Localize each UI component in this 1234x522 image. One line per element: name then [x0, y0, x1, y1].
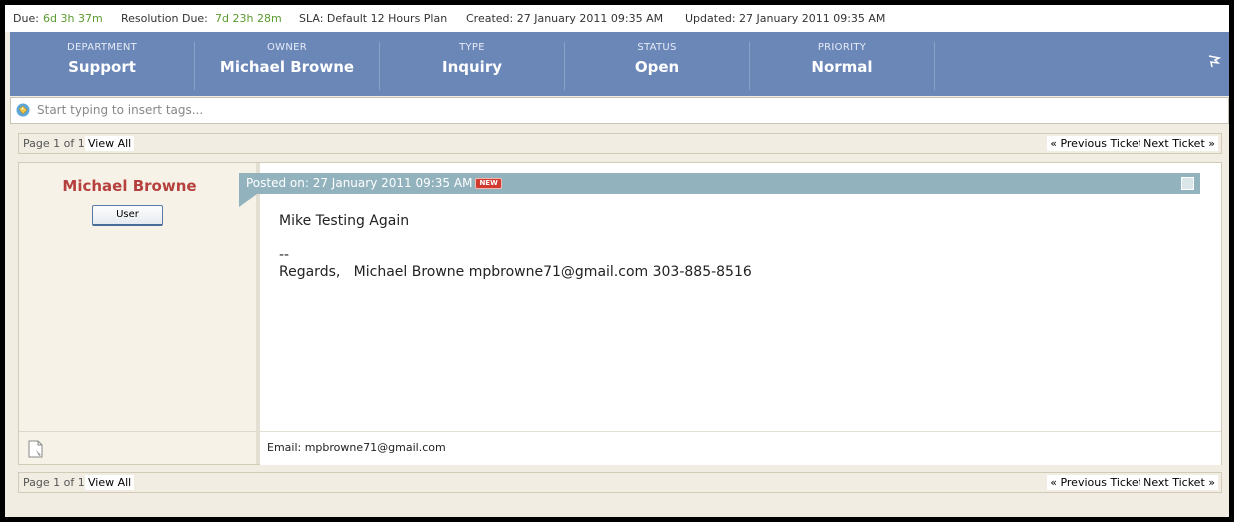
ticket-view: Due: 6d 3h 37m Resolution Due: 7d 23h 28… [5, 5, 1229, 517]
updated-date: Updated: 27 January 2011 09:35 AM [685, 12, 886, 25]
ticket-meta-bar: Due: 6d 3h 37m Resolution Due: 7d 23h 28… [5, 5, 1229, 32]
tags-bar [10, 97, 1229, 124]
due-label: Due: [13, 12, 39, 25]
ticket-properties-bar: DEPARTMENT Support OWNER Michael Browne … [10, 32, 1229, 96]
author-name: Michael Browne [62, 177, 197, 195]
prop-priority-label: PRIORITY [817, 42, 867, 53]
prop-type-label: TYPE [459, 42, 485, 53]
page-info: Page 1 of 1 [23, 137, 85, 150]
due-value: 6d 3h 37m [43, 12, 103, 25]
posted-bar-tail [239, 194, 257, 207]
role-badge: User [92, 205, 163, 226]
next-ticket-link[interactable]: Next Ticket » [1140, 136, 1218, 151]
prop-status[interactable]: STATUS Open [565, 32, 749, 96]
ticket-post: Michael Browne User Posted on: 27 Januar… [18, 162, 1222, 465]
prop-department-label: DEPARTMENT [66, 42, 138, 53]
previous-ticket-link[interactable]: « Previous Ticket [1047, 136, 1146, 151]
post-footer-right: Email: mpbrowne71@gmail.com [260, 431, 1221, 465]
post-footer-left [19, 431, 256, 465]
posted-on-bar: Posted on: 27 January 2011 09:35 AM NEW [239, 173, 1200, 194]
prop-divider [934, 42, 935, 90]
prop-type-value: Inquiry [442, 58, 502, 76]
posted-on-text: Posted on: 27 January 2011 09:35 AM [246, 176, 473, 190]
flag-icon[interactable] [1207, 54, 1221, 68]
prop-status-value: Open [634, 58, 680, 76]
next-ticket-link[interactable]: Next Ticket » [1140, 475, 1218, 490]
new-badge: NEW [475, 178, 502, 189]
view-all-link[interactable]: View All [85, 136, 135, 151]
prop-owner-value: Michael Browne [219, 58, 355, 76]
tag-icon [16, 103, 30, 117]
previous-ticket-link[interactable]: « Previous Ticket [1047, 475, 1146, 490]
created-date: Created: 27 January 2011 09:35 AM [466, 12, 664, 25]
prop-type[interactable]: TYPE Inquiry [380, 32, 564, 96]
resolution-due-value: 7d 23h 28m [215, 12, 282, 25]
pager-top: Page 1 of 1 View All « Previous Ticket N… [18, 133, 1222, 154]
tags-input[interactable] [37, 101, 1217, 119]
sla-plan: SLA: Default 12 Hours Plan [299, 12, 448, 25]
post-author-column: Michael Browne User [19, 163, 256, 431]
prop-priority[interactable]: PRIORITY Normal [750, 32, 934, 96]
prop-owner[interactable]: OWNER Michael Browne [195, 32, 379, 96]
resolution-due-label: Resolution Due: [121, 12, 208, 25]
prop-owner-label: OWNER [266, 42, 307, 53]
message-body: Mike Testing Again -- Regards, Michael B… [279, 213, 752, 280]
prop-priority-value: Normal [811, 58, 873, 76]
quote-icon[interactable] [1181, 177, 1194, 190]
pager-bottom: Page 1 of 1 View All « Previous Ticket N… [18, 472, 1222, 493]
document-icon[interactable] [28, 440, 44, 458]
prop-department-value: Support [68, 58, 136, 76]
footer-email: Email: mpbrowne71@gmail.com [267, 441, 446, 454]
prop-status-label: STATUS [637, 42, 677, 53]
post-content-area [260, 163, 1221, 431]
page-info: Page 1 of 1 [23, 476, 85, 489]
view-all-link[interactable]: View All [85, 475, 135, 490]
prop-department[interactable]: DEPARTMENT Support [10, 32, 194, 96]
